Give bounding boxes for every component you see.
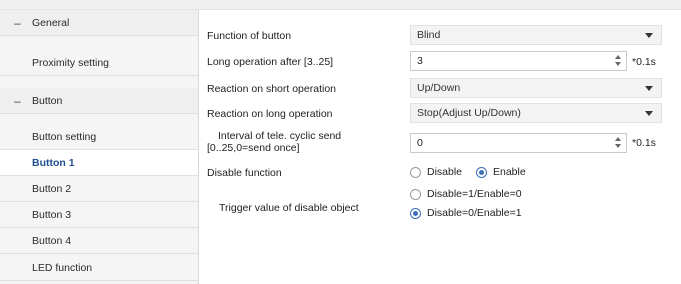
trigger-option-1[interactable]: Disable=1/Enable=0 xyxy=(410,188,522,200)
select-value: Blind xyxy=(417,29,441,41)
sidebar-item-button-2[interactable]: Button 2 xyxy=(0,176,198,202)
long-operation-unit: *0.1s xyxy=(632,56,656,68)
sidebar-item-label: LED function xyxy=(32,261,93,274)
short-reaction-label: Reaction on short operation xyxy=(207,83,336,95)
spinbox-value: 3 xyxy=(417,55,423,67)
radio-on-icon[interactable] xyxy=(476,166,487,178)
interval-label-line1: Interval of tele. cyclic send xyxy=(218,130,342,142)
radio-off-icon[interactable] xyxy=(410,188,421,200)
spinner-arrows[interactable] xyxy=(614,54,623,68)
sidebar-item-general[interactable]: – General xyxy=(0,10,198,36)
sidebar-item-button-setting[interactable]: Button setting xyxy=(0,124,198,150)
disable-function-label: Disable function xyxy=(207,167,282,179)
radio-off-icon[interactable] xyxy=(410,166,421,178)
disable-option-disable[interactable]: Disable xyxy=(410,166,462,178)
long-operation-spinbox[interactable]: 3 xyxy=(410,51,627,71)
parameter-panel: Function of button Blind Long operation … xyxy=(200,10,681,284)
select-value: Stop(Adjust Up/Down) xyxy=(417,107,521,119)
sidebar-item-button-4[interactable]: Button 4 xyxy=(0,228,198,254)
sidebar-item-label: Button 2 xyxy=(32,182,72,195)
radio-on-icon[interactable] xyxy=(410,207,421,219)
interval-label-line2: [0..25,0=send once] xyxy=(207,142,300,154)
chevron-down-icon xyxy=(645,33,653,38)
long-reaction-label: Reaction on long operation xyxy=(207,108,333,120)
radio-label: Enable xyxy=(493,166,526,178)
long-operation-label: Long operation after [3..25] xyxy=(207,56,334,68)
trigger-value-label: Trigger value of disable object xyxy=(219,202,359,214)
radio-label: Disable xyxy=(427,166,463,178)
select-value: Up/Down xyxy=(417,82,461,94)
spin-down-icon[interactable] xyxy=(615,144,621,148)
spin-up-icon[interactable] xyxy=(615,55,621,59)
interval-spinbox[interactable]: 0 xyxy=(410,133,627,153)
chevron-down-icon xyxy=(645,111,653,116)
long-reaction-select[interactable]: Stop(Adjust Up/Down) xyxy=(410,103,662,123)
chevron-down-icon xyxy=(645,86,653,91)
sidebar-item-proximity-setting[interactable]: Proximity setting xyxy=(0,50,198,76)
function-of-button-select[interactable]: Blind xyxy=(410,25,662,45)
sidebar-item-led-function[interactable]: LED function xyxy=(0,255,198,281)
spinbox-value: 0 xyxy=(417,137,423,149)
sidebar-item-label: Proximity setting xyxy=(32,56,110,69)
sidebar-item-button-3[interactable]: Button 3 xyxy=(0,202,198,228)
function-of-button-label: Function of button xyxy=(207,30,292,42)
sidebar-item-label: Button xyxy=(32,94,63,107)
radio-label: Disable=1/Enable=0 xyxy=(427,188,522,200)
spin-up-icon[interactable] xyxy=(615,137,621,141)
collapse-icon[interactable]: – xyxy=(14,16,32,30)
spinner-arrows[interactable] xyxy=(614,136,623,150)
parameter-tree: – General Proximity setting – Button But… xyxy=(0,10,199,284)
collapse-icon[interactable]: – xyxy=(14,94,32,108)
short-reaction-select[interactable]: Up/Down xyxy=(410,78,662,98)
sidebar-item-button[interactable]: – Button xyxy=(0,88,198,114)
sidebar-item-label: Button 1 xyxy=(32,156,75,169)
trigger-option-2[interactable]: Disable=0/Enable=1 xyxy=(410,207,522,219)
interval-unit: *0.1s xyxy=(632,137,656,149)
sidebar-item-label: General xyxy=(32,16,70,29)
sidebar-item-button-1[interactable]: Button 1 xyxy=(0,150,198,176)
sidebar-item-label: Button 4 xyxy=(32,234,72,247)
spin-down-icon[interactable] xyxy=(615,62,621,66)
sidebar-item-label: Button 3 xyxy=(32,208,72,221)
sidebar-item-label: Button setting xyxy=(32,130,97,143)
disable-option-enable[interactable]: Enable xyxy=(476,166,526,178)
radio-label: Disable=0/Enable=1 xyxy=(427,207,522,219)
top-strip xyxy=(0,0,681,10)
